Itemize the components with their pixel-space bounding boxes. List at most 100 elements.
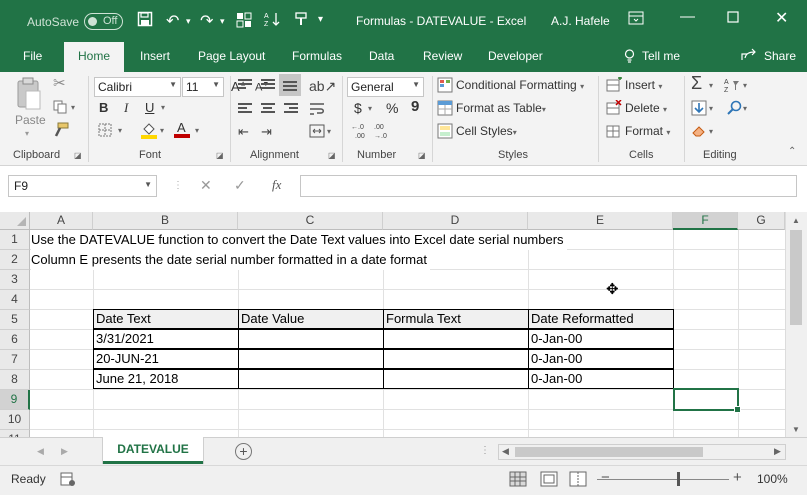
zoom-out-icon[interactable]: − (601, 469, 610, 486)
cell-styles-button[interactable]: Cell Styles▾ (456, 124, 517, 138)
copy-icon[interactable] (53, 100, 67, 118)
format-cells-button[interactable]: Format ▾ (625, 124, 670, 138)
fill-dropdown-icon[interactable]: ▾ (709, 104, 713, 113)
scroll-up-icon[interactable]: ▲ (792, 216, 800, 225)
zoom-level[interactable]: 100% (757, 472, 788, 486)
format-painter-qat-icon[interactable] (294, 11, 310, 32)
row-header-10[interactable]: 10 (0, 410, 30, 430)
user-name[interactable]: A.J. Hafele (551, 14, 610, 28)
sort-filter-icon[interactable]: AZ (724, 77, 742, 98)
table-cell[interactable] (383, 369, 529, 389)
comma-style-button[interactable]: 9 (411, 98, 419, 115)
font-name-select[interactable]: Calibri ▼ (94, 77, 181, 97)
maximize-icon[interactable] (727, 10, 739, 27)
redo-dropdown-icon[interactable]: ▾ (220, 16, 225, 27)
borders-dropdown-icon[interactable]: ▾ (118, 126, 122, 135)
tab-insert[interactable]: Insert (140, 49, 170, 63)
table-header-cell[interactable]: Date Reformatted (528, 309, 674, 329)
macro-record-icon[interactable] (60, 471, 76, 490)
share-button[interactable]: Share (764, 49, 796, 63)
wrap-text-icon[interactable] (309, 101, 325, 121)
row-header-6[interactable]: 6 (0, 330, 30, 350)
align-center-icon[interactable] (261, 103, 275, 115)
table-cell[interactable]: 0-Jan-00 (528, 349, 674, 369)
table-header-cell[interactable]: Date Text (93, 309, 239, 329)
scroll-left-icon[interactable]: ◀ (502, 446, 509, 457)
clear-icon[interactable] (691, 123, 707, 143)
align-bottom-button[interactable] (279, 74, 301, 96)
underline-dropdown-icon[interactable]: ▾ (161, 103, 165, 112)
sort-icon[interactable]: AZ (264, 11, 282, 32)
table-cell[interactable]: June 21, 2018 (93, 369, 239, 389)
scroll-down-icon[interactable]: ▼ (792, 425, 800, 434)
font-color-dropdown-icon[interactable]: ▾ (195, 126, 199, 135)
currency-dropdown-icon[interactable]: ▾ (368, 104, 372, 113)
undo-dropdown-icon[interactable]: ▾ (186, 16, 191, 27)
column-header-a[interactable]: A (30, 212, 93, 230)
active-cell-f9[interactable] (673, 388, 741, 413)
font-color-icon[interactable]: A (174, 120, 190, 142)
number-launcher-icon[interactable]: ◪ (418, 151, 426, 160)
merge-dropdown-icon[interactable]: ▾ (327, 127, 331, 136)
tab-data[interactable]: Data (369, 49, 394, 63)
tab-formulas[interactable]: Formulas (292, 49, 342, 63)
insert-cells-button[interactable]: Insert ▾ (625, 78, 662, 92)
fill-color-icon[interactable] (141, 121, 157, 143)
zoom-slider[interactable] (597, 479, 729, 480)
page-break-view-icon[interactable] (569, 471, 587, 490)
vertical-scroll-thumb[interactable] (790, 230, 802, 325)
row-header-5[interactable]: 5 (0, 310, 30, 330)
underline-button[interactable]: U (145, 100, 154, 115)
tab-tell-me[interactable]: Tell me (642, 49, 680, 63)
table-cell[interactable] (383, 349, 529, 369)
save-icon[interactable] (137, 11, 153, 32)
align-middle-icon[interactable] (261, 79, 275, 91)
autosum-dropdown-icon[interactable]: ▾ (709, 81, 713, 90)
table-header-cell[interactable]: Formula Text (383, 309, 529, 329)
paste-icon[interactable] (15, 77, 43, 115)
ribbon-display-options-icon[interactable] (628, 11, 644, 29)
decrease-decimal-icon[interactable]: .00 →.0 (374, 122, 394, 144)
table-cell[interactable]: 0-Jan-00 (528, 369, 674, 389)
format-painter-icon[interactable] (53, 122, 69, 142)
number-format-select[interactable]: General ▼ (347, 77, 424, 97)
zoom-slider-thumb[interactable] (677, 472, 680, 486)
cell-a2[interactable]: Column E presents the date serial number… (31, 250, 430, 270)
formula-input[interactable] (300, 175, 797, 197)
row-header-2[interactable]: 2 (0, 250, 30, 270)
form-icon[interactable] (236, 12, 252, 33)
undo-icon[interactable]: ↶ (166, 11, 179, 31)
table-header-cell[interactable]: Date Value (238, 309, 384, 329)
row-header-3[interactable]: 3 (0, 270, 30, 290)
increase-decimal-icon[interactable]: ←.0.00 (351, 122, 371, 144)
find-select-dropdown-icon[interactable]: ▾ (743, 104, 747, 113)
worksheet-grid[interactable]: A B C D E F G 1 2 3 4 5 6 7 8 9 10 11 Us… (0, 212, 807, 437)
autosum-icon[interactable]: Σ (691, 74, 702, 92)
table-cell[interactable]: 0-Jan-00 (528, 329, 674, 349)
row-header-11[interactable]: 11 (0, 430, 30, 437)
increase-indent-icon[interactable]: ⇥ (261, 124, 272, 140)
tab-split-handle[interactable]: ⋮ (480, 445, 490, 456)
redo-icon[interactable]: ↷ (200, 11, 213, 31)
copy-dropdown-icon[interactable]: ▾ (71, 103, 75, 112)
align-top-icon[interactable] (238, 79, 252, 91)
table-cell[interactable] (238, 349, 384, 369)
sheet-tab-datevalue[interactable]: DATEVALUE (103, 437, 203, 464)
zoom-in-icon[interactable]: + (733, 469, 742, 486)
row-header-4[interactable]: 4 (0, 290, 30, 310)
cut-icon[interactable]: ✂ (53, 76, 66, 92)
clear-dropdown-icon[interactable]: ▾ (709, 127, 713, 136)
customize-qat-icon[interactable]: ▾ (318, 14, 323, 25)
scroll-right-icon[interactable]: ▶ (774, 446, 781, 457)
select-all-button[interactable] (0, 212, 30, 230)
autosave-toggle[interactable]: Off (84, 13, 123, 30)
merge-center-icon[interactable] (309, 124, 325, 142)
row-header-9[interactable]: 9 (0, 390, 30, 410)
column-header-f[interactable]: F (673, 212, 738, 230)
column-header-d[interactable]: D (383, 212, 528, 230)
orientation-icon[interactable]: ab↗ (309, 78, 336, 94)
fill-color-dropdown-icon[interactable]: ▾ (160, 126, 164, 135)
collapse-ribbon-icon[interactable]: ⌃ (788, 146, 796, 157)
prev-sheet-icon[interactable]: ◀ (37, 446, 44, 457)
close-icon[interactable]: ✕ (775, 8, 788, 28)
